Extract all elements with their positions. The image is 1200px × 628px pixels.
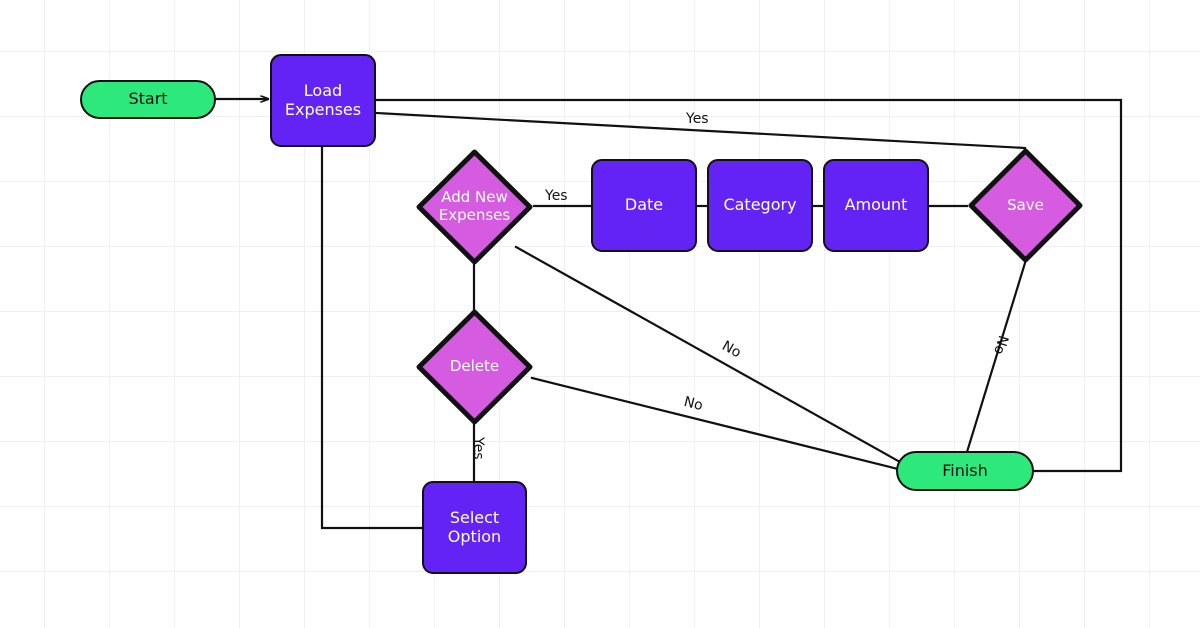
node-date[interactable]: Date [591,159,697,252]
node-finish[interactable]: Finish [896,451,1034,491]
node-add-new-expenses[interactable]: Add New Expenses [416,149,533,265]
edge-label-delete-yes: Yes [470,437,486,460]
node-load-expenses-label-line1: Load [303,80,343,100]
node-delete[interactable]: Delete [416,309,533,425]
edge-save-no-to-finish [965,261,1027,454]
node-delete-label: Delete [449,357,500,376]
node-save[interactable]: Save [968,148,1083,263]
node-add-new-expenses-label-line2: Expenses [438,206,511,224]
node-select-option-label-line2: Option [447,526,502,546]
node-category-label: Category [723,195,797,215]
node-category[interactable]: Category [707,159,813,252]
node-start[interactable]: Start [80,80,216,119]
edge-load-to-select-option [320,145,423,530]
node-amount[interactable]: Amount [823,159,929,252]
node-start-label: Start [128,89,168,109]
edge-label-add-new-yes: Yes [545,188,568,204]
node-select-option[interactable]: Select Option [422,481,527,574]
node-finish-label: Finish [942,460,988,480]
flowchart-canvas: Start Load Expenses Add New Expenses Dat… [0,0,1200,628]
edge-addnew-no-to-finish [514,245,902,464]
node-amount-label: Amount [844,195,908,215]
node-load-expenses-label-line2: Expenses [284,99,362,119]
node-select-option-label-line1: Select [449,507,500,527]
node-load-expenses[interactable]: Load Expenses [270,54,376,147]
edge-label-load-to-finish-yes: Yes [686,111,709,127]
edge-delete-no-to-finish [530,376,900,471]
node-save-label: Save [1007,195,1044,214]
node-add-new-expenses-label-line1: Add New [441,188,508,207]
node-date-label: Date [624,195,664,215]
